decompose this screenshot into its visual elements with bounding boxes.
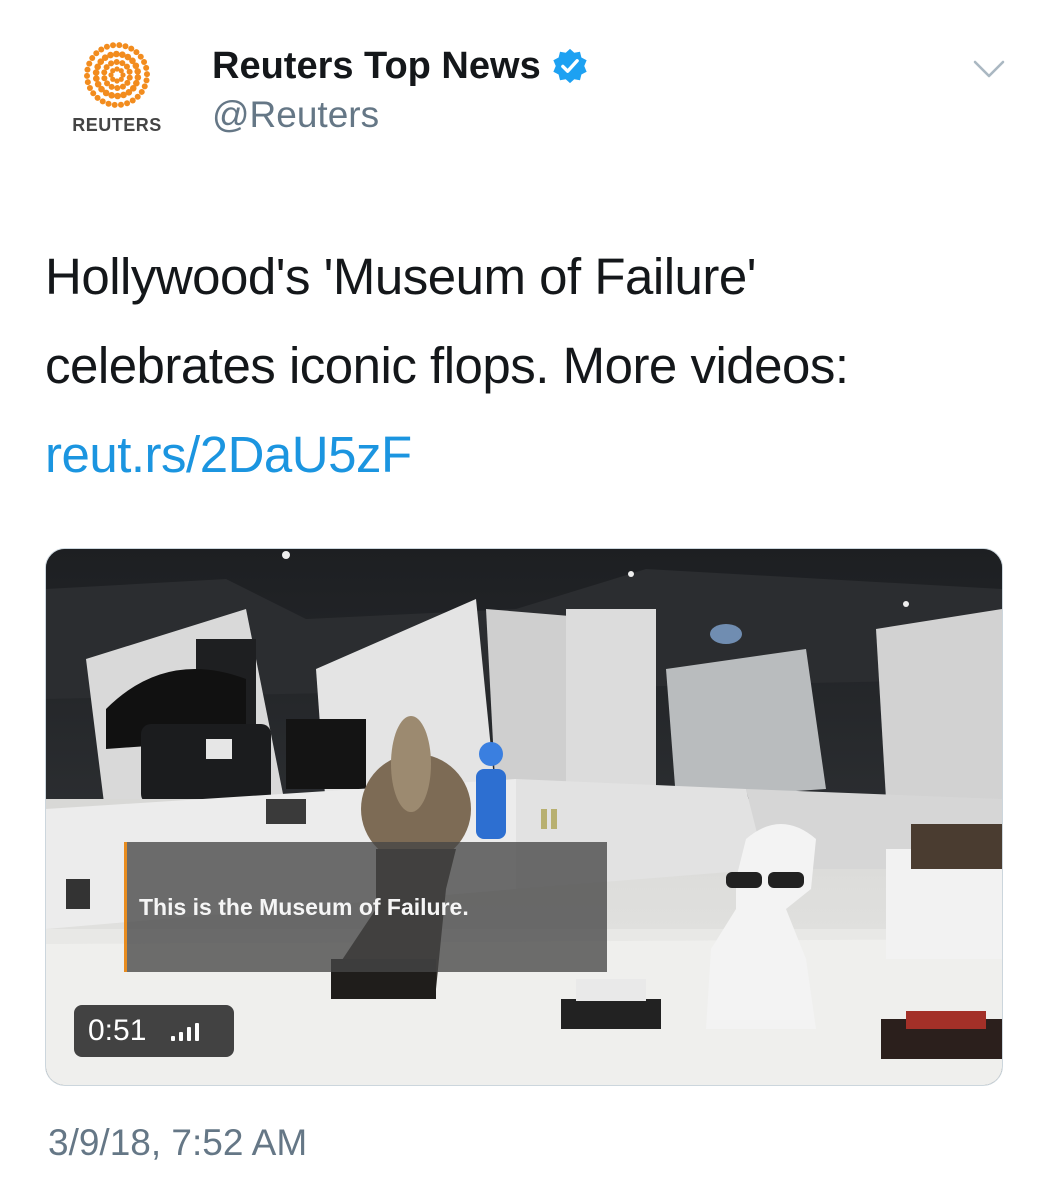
tweet-text-line-1: Hollywood's 'Museum of Failure' [45,248,756,305]
author-handle[interactable]: @Reuters [212,94,379,136]
logo-dot [105,100,112,107]
tweet-link[interactable]: reut.rs/2DaU5zF [45,410,1005,499]
logo-dot [103,43,110,50]
logo-dot [98,46,105,53]
logo-dot [137,53,144,60]
logo-dot [143,77,150,84]
logo-dot [110,42,117,49]
logo-dot [92,69,100,76]
logo-dot [119,83,126,90]
logo-dot [143,71,150,78]
tweet-timestamp[interactable]: 3/9/18, 7:52 AM [48,1122,307,1164]
video-player[interactable]: This is the Museum of Failure. 0:51 [45,548,1003,1086]
video-duration-badge: 0:51 [74,1005,234,1057]
chevron-down-icon[interactable] [972,58,1006,80]
logo-dot [134,74,142,81]
logo-dot [84,79,91,86]
verified-badge-icon [553,48,587,84]
tweet-text: Hollywood's 'Museum of Failure' celebrat… [45,232,1005,499]
logo-dot [84,66,91,73]
logo-dot [101,75,108,82]
tweet-text-line-2: celebrates iconic flops. More videos: [45,337,849,394]
video-subtitle-text: This is the Museum of Failure. [139,894,469,920]
logo-dot [134,68,141,75]
logo-dot [94,94,101,101]
logo-dot [111,101,118,108]
video-subtitle-box: This is the Museum of Failure. [124,842,607,972]
logo-dot [86,84,93,91]
reuters-logo-icon [84,42,150,108]
logo-dot [143,64,150,71]
logo-dot [132,62,140,70]
logo-dot [113,59,120,65]
logo-dot [101,69,108,76]
logo-dot [89,55,96,62]
logo-dot [99,98,106,105]
logo-dot [133,49,140,56]
logo-dot [94,80,102,88]
logo-dot [141,83,148,90]
logo-dot [128,45,135,52]
logo-dot [118,68,124,74]
volume-bars-icon [171,1023,200,1041]
avatar-wordmark: REUTERS [72,115,162,135]
logo-dot [129,97,136,104]
logo-dot [123,63,130,70]
logo-dot [126,74,133,81]
logo-dot [116,42,123,49]
logo-dot [107,51,114,59]
logo-dot [120,91,127,99]
logo-dot [124,100,131,107]
logo-dot [93,50,100,57]
logo-dot [117,101,124,108]
avatar[interactable]: REUTERS [62,38,172,142]
video-duration: 0:51 [88,1014,147,1047]
author-name-row: Reuters Top News [212,42,589,90]
logo-dot [90,90,97,97]
logo-dot [122,43,129,50]
logo-dot [113,50,120,58]
logo-dot [93,75,100,82]
logo-dot [138,88,145,95]
logo-dot [114,85,121,91]
display-name[interactable]: Reuters Top News [212,45,541,88]
logo-dot [141,59,148,66]
logo-dot [114,92,121,100]
logo-dot [84,72,91,79]
logo-dot [104,80,111,87]
logo-dot [134,93,141,100]
logo-dot [108,60,115,67]
logo-dot [126,68,133,75]
logo-dot [86,60,93,67]
